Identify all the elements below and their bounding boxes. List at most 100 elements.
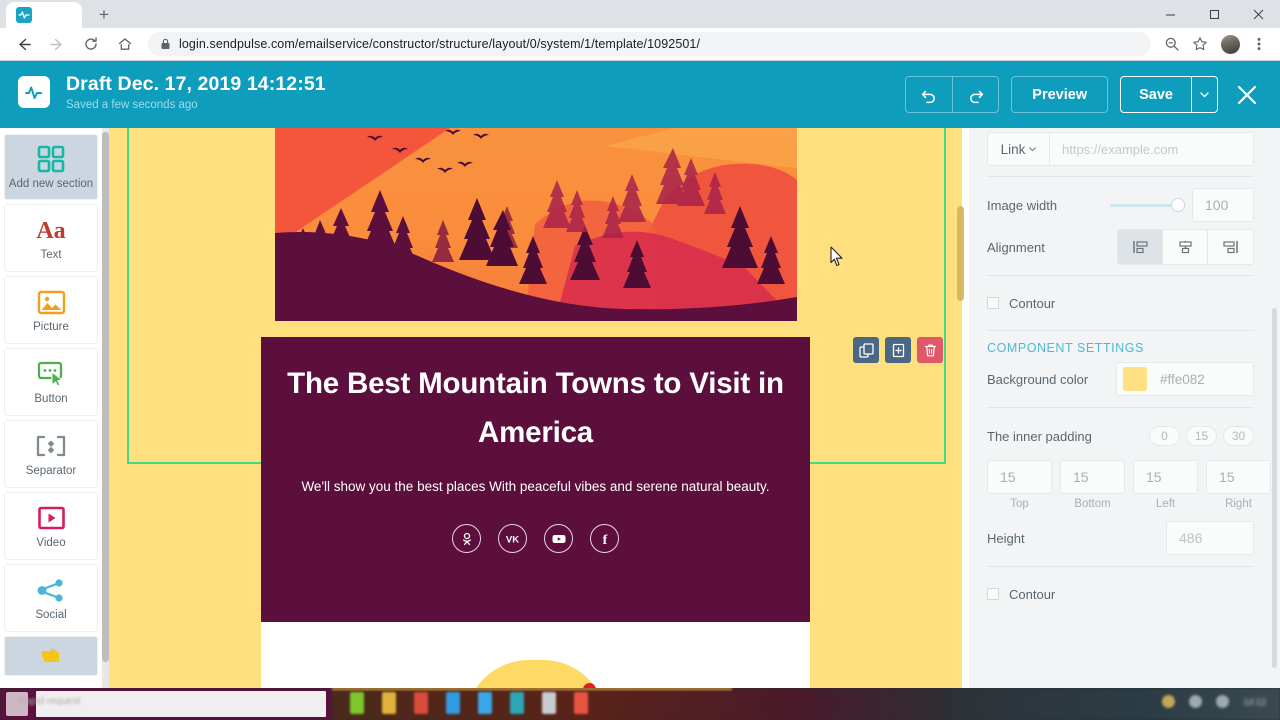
padding-left-input[interactable]: 15 (1133, 460, 1198, 494)
background-color-field[interactable]: #ffe082 (1116, 362, 1254, 396)
sidebar-scrollbar-thumb[interactable] (102, 132, 109, 662)
save-button[interactable]: Save (1121, 77, 1191, 112)
padding-preset-0[interactable]: 0 (1149, 426, 1180, 446)
taskbar-app-icon[interactable] (510, 692, 524, 714)
redo-button[interactable] (952, 77, 998, 112)
component-settings-title: COMPONENT SETTINGS (987, 341, 1144, 355)
avatar[interactable] (1221, 34, 1240, 54)
padding-top-cell: 15 Top (987, 460, 1052, 510)
forward-arrow-icon[interactable] (42, 30, 72, 58)
sidebar-item-add-new-section[interactable]: Add new section (4, 134, 98, 200)
link-type-label: Link (1000, 141, 1026, 157)
height-input[interactable]: 486 (1166, 521, 1254, 555)
inner-padding-row: The inner padding 0 15 30 (987, 418, 1254, 454)
padding-right-caption: Right (1225, 498, 1252, 510)
taskbar-app-icon[interactable] (446, 692, 460, 714)
align-center-button[interactable] (1163, 230, 1208, 264)
sidebar-item-text[interactable]: Aa Text (4, 204, 98, 272)
taskbar-search-text: Rapid request (18, 696, 81, 707)
sidebar-item-video[interactable]: Video (4, 492, 98, 560)
taskbar-app-icon[interactable] (478, 692, 492, 714)
block-floating-toolbar (853, 337, 943, 363)
next-block[interactable] (261, 622, 810, 688)
zoom-search-icon[interactable] (1159, 31, 1185, 57)
taskbar-app-icon[interactable] (574, 692, 588, 714)
align-right-button[interactable] (1208, 230, 1253, 264)
preview-button[interactable]: Preview (1011, 76, 1109, 113)
contour-checkbox-top[interactable] (987, 297, 999, 309)
sidebar-item-separator[interactable]: Separator (4, 420, 98, 488)
settings-panel-content: Link Image width 100 Alignment (969, 128, 1272, 611)
sidebar-item-label: Separator (25, 465, 77, 477)
align-left-button[interactable] (1118, 230, 1163, 264)
sidebar-item-social[interactable]: Social (4, 564, 98, 632)
height-label: Height (987, 530, 1025, 546)
odnoklassniki-icon[interactable] (452, 524, 481, 553)
address-bar[interactable]: login.sendpulse.com/emailservice/constru… (148, 32, 1151, 56)
facebook-icon[interactable]: f (590, 524, 619, 553)
alignment-row: Alignment (987, 229, 1254, 265)
tray-icon[interactable] (1189, 695, 1203, 708)
color-swatch[interactable] (1123, 367, 1147, 391)
undo-button[interactable] (906, 77, 952, 112)
window-minimize-button[interactable] (1148, 0, 1192, 28)
duplicate-block-button[interactable] (853, 337, 879, 363)
hero-text-block[interactable]: The Best Mountain Towns to Visit in Amer… (261, 337, 810, 622)
taskbar-clock[interactable]: 14:12 (1243, 697, 1266, 707)
tray-icon[interactable] (1216, 695, 1230, 708)
delete-block-button[interactable] (917, 337, 943, 363)
padding-bottom-input[interactable]: 15 (1060, 460, 1125, 494)
save-dropdown-button[interactable] (1191, 77, 1217, 112)
inner-padding-inputs: 15 Top 15 Bottom 15 Left 15 Right (987, 460, 1271, 510)
window-close-button[interactable] (1236, 0, 1280, 28)
padding-preset-15[interactable]: 15 (1186, 426, 1217, 446)
contour-checkbox-bottom[interactable] (987, 588, 999, 600)
sidebar-item-banner[interactable] (4, 636, 98, 676)
inner-padding-label: The inner padding (987, 428, 1092, 444)
link-field[interactable]: Link (987, 132, 1254, 166)
divider (987, 407, 1254, 408)
taskbar-app-icon[interactable] (542, 692, 556, 714)
padding-right-input[interactable]: 15 (1206, 460, 1271, 494)
tray-icon[interactable] (1162, 695, 1176, 708)
padding-left-cell: 15 Left (1133, 460, 1198, 510)
home-icon[interactable] (110, 30, 140, 58)
back-arrow-icon[interactable] (8, 30, 38, 58)
reload-icon[interactable] (76, 30, 106, 58)
divider (987, 566, 1254, 567)
slider-knob[interactable] (1172, 199, 1184, 211)
youtube-icon[interactable] (544, 524, 573, 553)
taskbar-app-icon[interactable] (414, 692, 428, 714)
star-icon[interactable] (1187, 31, 1213, 57)
padding-top-input[interactable]: 15 (987, 460, 1052, 494)
social-share-icon (36, 574, 66, 606)
button-cursor-icon (37, 358, 66, 390)
contour-label-top: Contour (1009, 295, 1056, 311)
taskbar-app-icon[interactable] (350, 692, 364, 714)
image-width-slider[interactable] (1110, 188, 1184, 222)
canvas-scrollbar-thumb[interactable] (957, 206, 964, 301)
image-width-value[interactable]: 100 (1192, 188, 1254, 222)
email-canvas[interactable]: The Best Mountain Towns to Visit in Amer… (109, 128, 962, 688)
sidebar-item-button[interactable]: Button (4, 348, 98, 416)
sidebar-item-label: Add new section (8, 178, 94, 190)
save-block-button[interactable] (885, 337, 911, 363)
window-maximize-button[interactable] (1192, 0, 1236, 28)
image-width-label: Image width (987, 197, 1058, 213)
contour-row-top: Contour (987, 286, 1254, 320)
close-editor-button[interactable] (1232, 80, 1262, 110)
padding-preset-30[interactable]: 30 (1223, 426, 1254, 446)
browser-tab[interactable] (6, 2, 82, 28)
taskbar-app-icon[interactable] (382, 692, 396, 714)
padding-left-caption: Left (1155, 498, 1176, 510)
sidebar-item-picture[interactable]: Picture (4, 276, 98, 344)
sidebar-item-label: Picture (33, 321, 69, 333)
link-url-input[interactable] (1050, 133, 1253, 165)
kebab-menu-icon[interactable] (1246, 31, 1272, 57)
new-tab-button[interactable]: + (92, 4, 116, 26)
hero-image[interactable] (275, 128, 797, 321)
link-type-select[interactable]: Link (988, 133, 1050, 165)
vk-icon[interactable]: VK (498, 524, 527, 553)
settings-panel-scrollbar[interactable] (1272, 308, 1277, 668)
taskbar-system-tray: 14:12 (1162, 695, 1266, 708)
